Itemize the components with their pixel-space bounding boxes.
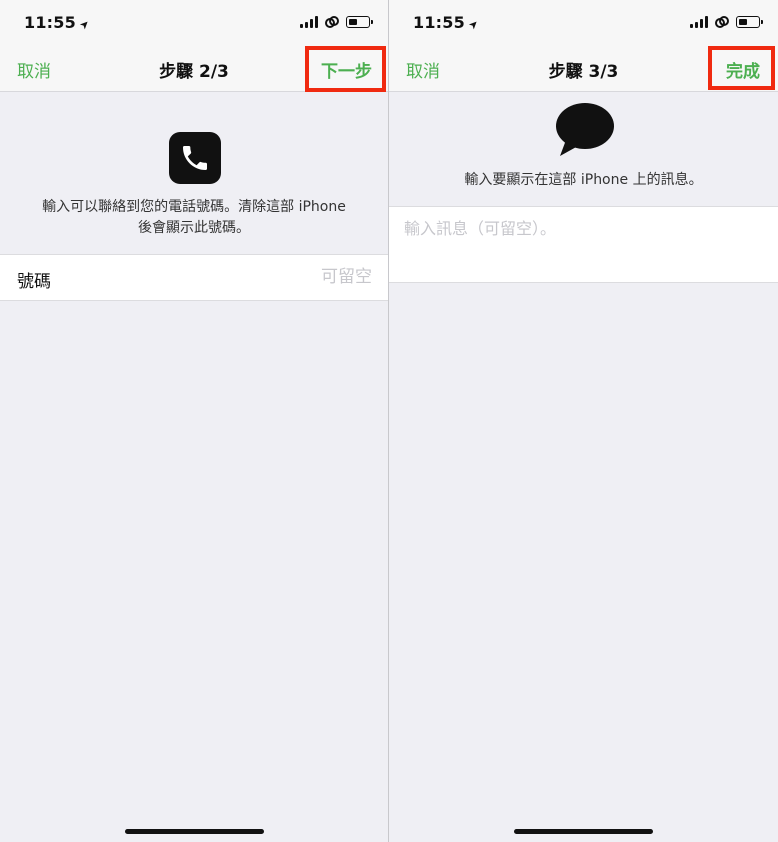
speech-bubble-icon [556,103,614,156]
location-arrow-icon: ➤ [76,16,93,33]
step3-description: 輸入要顯示在這部 iPhone 上的訊息。 [464,172,703,188]
battery-icon [736,16,763,28]
step2-screen: 11:55➤ 取消 步驟 2/3 下一步 輸入可以聯絡到您的電話號碼。清除這部 … [0,0,389,842]
cellular-signal-icon [300,16,318,28]
cellular-signal-icon [690,16,708,28]
phone-number-input[interactable] [172,267,372,287]
link-icon [325,16,339,28]
message-row[interactable] [389,206,778,283]
location-arrow-icon: ➤ [465,16,482,33]
phone-number-label: 號碼 [17,272,51,292]
highlight-box [708,46,775,90]
highlight-box [305,46,386,92]
status-bar: 11:55➤ [0,0,388,46]
step2-description: 輸入可以聯絡到您的電話號碼。清除這部 iPhone 後會顯示此號碼。 [42,199,346,236]
home-indicator[interactable] [125,829,264,834]
phone-number-row[interactable]: 號碼 [0,254,388,301]
home-indicator[interactable] [514,829,653,834]
message-input[interactable] [404,215,759,275]
battery-icon [346,16,373,28]
status-icons [690,15,763,29]
two-step-screens: 11:55➤ 取消 步驟 2/3 下一步 輸入可以聯絡到您的電話號碼。清除這部 … [0,0,778,842]
status-time: 11:55➤ [24,13,93,33]
status-time: 11:55➤ [413,13,482,33]
phone-icon [169,132,221,184]
step3-screen: 11:55➤ 取消 步驟 3/3 完成 輸入要顯示在這部 iPhone 上的訊息… [389,0,778,842]
status-icons [300,15,373,29]
link-icon [715,16,729,28]
status-bar: 11:55➤ [389,0,778,46]
